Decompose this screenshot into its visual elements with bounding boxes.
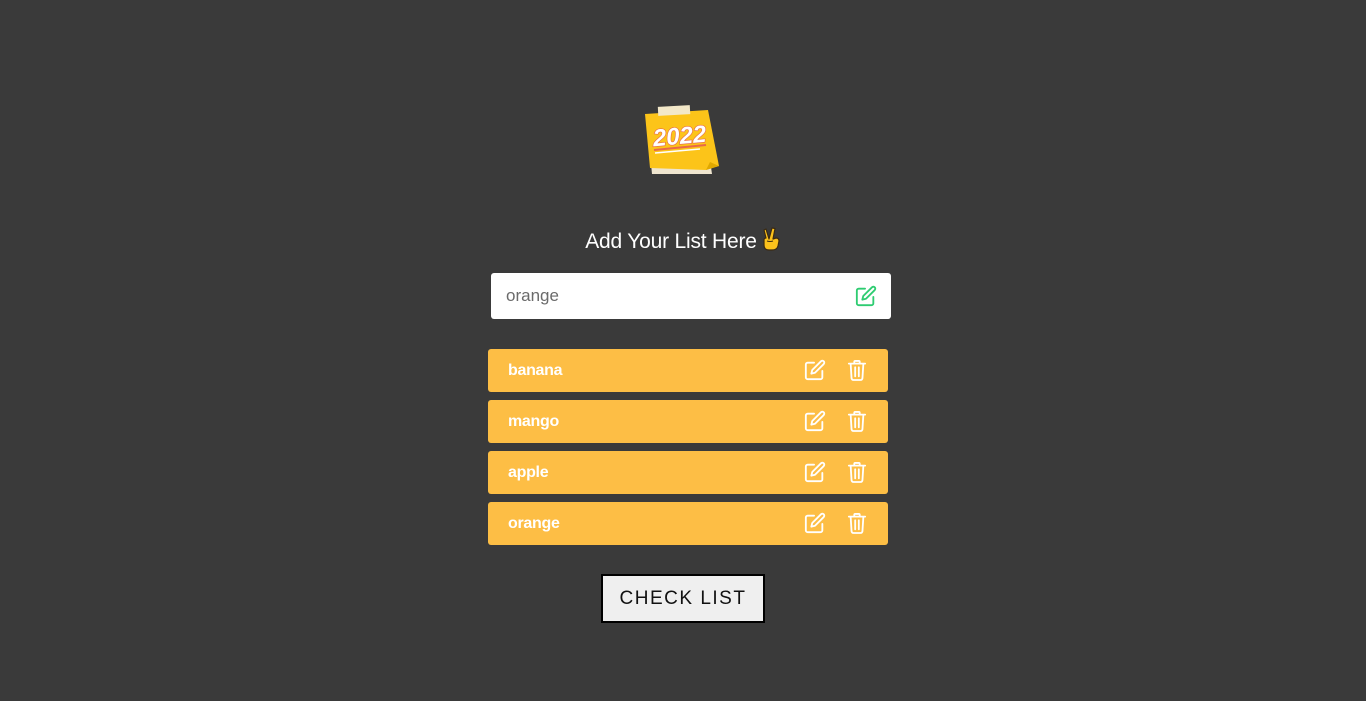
heading-text: Add Your List Here <box>585 230 757 253</box>
app-page: 2022 Add Your List Here banana <box>0 0 1366 701</box>
item-list: banana mango apple orange <box>488 349 888 553</box>
list-item: banana <box>488 349 888 392</box>
edit-icon[interactable] <box>804 512 826 534</box>
trash-icon[interactable] <box>847 359 867 381</box>
item-input[interactable] <box>491 273 846 319</box>
edit-icon[interactable] <box>804 359 826 381</box>
edit-icon[interactable] <box>804 461 826 483</box>
edit-icon[interactable] <box>804 410 826 432</box>
check-list-button[interactable]: CHECK LIST <box>601 574 765 623</box>
item-input-container <box>491 273 891 319</box>
item-label: banana <box>508 362 563 379</box>
sticky-note-2022-logo: 2022 <box>645 105 719 174</box>
item-label: apple <box>508 464 549 481</box>
trash-icon[interactable] <box>847 512 867 534</box>
item-label: orange <box>508 515 560 532</box>
list-item: orange <box>488 502 888 545</box>
page-heading: Add Your List Here <box>0 227 1366 257</box>
list-item: mango <box>488 400 888 443</box>
add-edit-icon[interactable] <box>855 285 877 307</box>
trash-icon[interactable] <box>847 461 867 483</box>
list-item: apple <box>488 451 888 494</box>
trash-icon[interactable] <box>847 410 867 432</box>
item-label: mango <box>508 413 559 430</box>
victory-hand-icon <box>761 227 781 257</box>
